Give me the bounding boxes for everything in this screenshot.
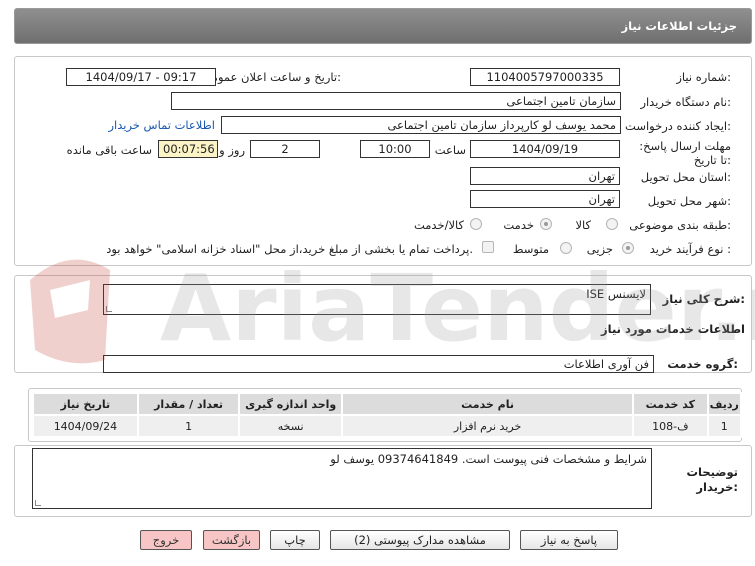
category-radio-service[interactable] [540, 218, 552, 230]
need-number-label: شماره نیاز: [676, 70, 731, 84]
announce-field: 1404/09/17 - 09:17 [66, 68, 216, 86]
table-row: 1 ف-108 خرید نرم افزار نسخه 1 1404/09/24 [32, 414, 742, 438]
back-button[interactable]: بازگشت [203, 530, 260, 550]
buyer-label: نام دستگاه خریدار: [640, 95, 731, 109]
cell-unit: نسخه [238, 414, 343, 438]
remaining-label: ساعت باقی مانده [66, 143, 152, 157]
window-titlebar: جزئیات اطلاعات نیاز [14, 8, 752, 44]
cell-code: ف-108 [632, 414, 709, 438]
buyer-notes-text: شرایط و مشخصات فنی پیوست است. 0937464184… [330, 452, 647, 466]
col-row-header: ردیف [706, 392, 742, 416]
city-field: تهران [470, 190, 620, 208]
deadline-label: مهلت ارسال پاسخ: تا تاریخ: [639, 139, 731, 167]
col-qty-header: تعداد / مقدار [136, 392, 241, 416]
deadline-time-field: 10:00 [360, 140, 430, 158]
col-code-header: کد خدمت [632, 392, 709, 416]
province-label: استان محل تحویل: [640, 170, 731, 184]
creator-label: ایجاد کننده درخواست: [625, 119, 731, 133]
cell-date: 1404/09/24 [32, 414, 139, 438]
days-label: روز و [219, 143, 245, 157]
col-date-header: تاریخ نیاز [32, 392, 139, 416]
need-number-field: 1104005797000335 [470, 68, 620, 86]
treasury-payment-checkbox[interactable] [482, 241, 494, 253]
exit-button[interactable]: خروج [140, 530, 192, 550]
buyer-notes-field: شرایط و مشخصات فنی پیوست است. 0937464184… [32, 448, 652, 509]
view-documents-button[interactable]: مشاهده مدارک پیوستی (2) [330, 530, 510, 550]
category-option-service: خدمت [503, 218, 534, 232]
services-table: ردیف کد خدمت نام خدمت واحد اندازه گیری ت… [32, 392, 742, 438]
reply-button[interactable]: پاسخ به نیاز [520, 530, 618, 550]
cell-row: 1 [706, 414, 742, 438]
process-option-minor: جزیی [586, 242, 613, 256]
services-section-title: اطلاعات خدمات مورد نیاز [601, 322, 745, 336]
cell-qty: 1 [136, 414, 241, 438]
category-radio-goods[interactable] [606, 218, 618, 230]
description-field: لایسنس ISE [103, 284, 651, 315]
province-field: تهران [470, 167, 620, 185]
category-radio-goods-service[interactable] [470, 218, 482, 230]
buyer-notes-resize-grip[interactable] [35, 500, 41, 506]
col-name-header: نام خدمت [340, 392, 635, 416]
services-table-header: ردیف کد خدمت نام خدمت واحد اندازه گیری ت… [32, 392, 742, 416]
description-text: لایسنس ISE [586, 287, 646, 301]
treasury-payment-note: پرداخت تمام یا بخشی از مبلغ خرید،از محل … [106, 242, 473, 256]
category-option-goods: کالا [575, 218, 591, 232]
category-option-goods-service: کالا/خدمت [413, 218, 464, 232]
announce-label: تاریخ و ساعت اعلان عمومی: [202, 70, 341, 84]
service-group-label: گروه خدمت: [667, 357, 738, 371]
buyer-notes-label-line1: توضیحات [686, 465, 739, 479]
window-title: جزئیات اطلاعات نیاز [621, 19, 737, 33]
contact-info-link[interactable]: اطلاعات تماس خریدار [108, 118, 215, 132]
process-label: نوع فرآیند خرید : [649, 242, 731, 256]
buyer-field: سازمان تامین اجتماعی [171, 92, 621, 110]
process-option-medium: متوسط [512, 242, 549, 256]
description-resize-grip[interactable] [106, 306, 112, 312]
creator-field: محمد یوسف لو کارپرداز سازمان تامین اجتما… [221, 116, 621, 134]
print-button[interactable]: چاپ [270, 530, 320, 550]
days-field: 2 [250, 140, 320, 158]
process-radio-medium[interactable] [560, 242, 572, 254]
deadline-time-label: ساعت [434, 143, 466, 157]
deadline-date-field: 1404/09/19 [470, 140, 620, 158]
remaining-time-field: 00:07:56 [158, 140, 218, 158]
description-label: شرح کلی نیاز: [662, 292, 745, 306]
col-unit-header: واحد اندازه گیری [238, 392, 343, 416]
buyer-notes-label-line2: خریدار: [696, 480, 738, 494]
category-label: طبقه بندی موضوعی: [629, 218, 731, 232]
cell-name: خرید نرم افزار [340, 414, 635, 438]
process-radio-minor[interactable] [622, 242, 634, 254]
city-label: شهر محل تحویل: [647, 194, 731, 208]
service-group-field: فن آوری اطلاعات [103, 355, 654, 373]
